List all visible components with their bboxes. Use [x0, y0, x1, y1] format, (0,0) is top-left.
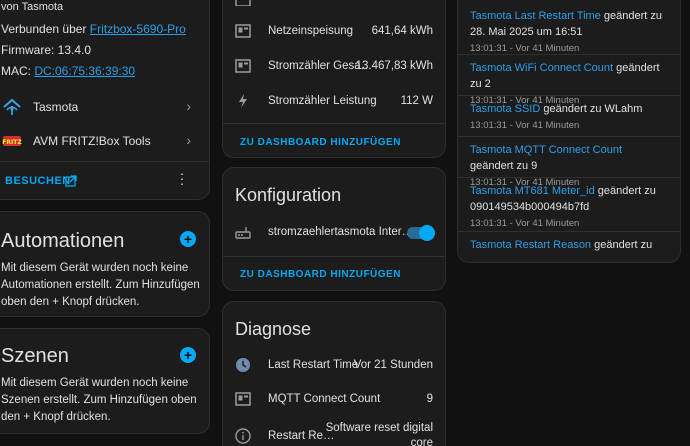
mac-link[interactable]: DC:06:75:36:39:30: [34, 64, 135, 78]
logbook-entry[interactable]: Tasmota Restart Reason geändert zu: [458, 232, 680, 262]
chevron-right-icon: ›: [186, 98, 191, 114]
logbook-entity-link[interactable]: Tasmota Restart Reason: [470, 239, 591, 251]
configuration-title: Konfiguration: [235, 185, 342, 205]
add-scene-button[interactable]: +: [180, 347, 196, 363]
logbook-message: geändert zu: [591, 239, 653, 251]
more-options-icon[interactable]: · · ·: [177, 166, 187, 190]
integration-fritzbox[interactable]: FRITZ AVM FRITZ!Box Tools ›: [0, 127, 211, 155]
integration-tasmota-label: Tasmota: [33, 100, 79, 114]
device-manufacturer: von Tasmota: [1, 1, 64, 13]
chevron-right-icon: ›: [186, 132, 191, 148]
divider: [223, 256, 445, 257]
scenes-card: Szenen + Mit diesem Gerät wurden noch ke…: [0, 328, 210, 434]
divider: [223, 123, 445, 124]
configuration-card: Konfiguration stromzaehlertasmota Inter……: [222, 167, 446, 291]
diagnostic-row-restart-reason[interactable]: Restart Re… Software reset digital core: [223, 419, 445, 446]
diagnostics-card: Diagnose Last Restart Time Vor 21 Stunde…: [222, 301, 446, 446]
add-automation-button[interactable]: +: [180, 231, 196, 247]
diagnostic-value: Software reset digital core: [326, 421, 433, 446]
logbook-message: geändert zu WLahm: [540, 103, 643, 115]
logbook-entry[interactable]: Tasmota Last Restart Time geändert zu 28…: [458, 3, 680, 55]
sensors-card: Netzeinspeisung 641,64 kWh Stromzähler G…: [222, 0, 446, 158]
info-icon: [235, 428, 251, 444]
logbook-entry[interactable]: Tasmota SSID geändert zu WLahm 13:01:31 …: [458, 96, 680, 137]
automations-title: Automationen: [1, 230, 125, 252]
svg-text:FRITZ: FRITZ: [2, 139, 22, 146]
diagnostic-value-line1: Software reset digital: [325, 422, 433, 434]
configuration-row-label: stromzaehlertasmota Inter…: [268, 226, 414, 238]
logbook-time: 13:01:31 - Vor 41 Minuten: [470, 218, 580, 229]
sensor-row-stromzaehler-gesamt[interactable]: Stromzähler Gesa… 13.467,83 kWh: [223, 52, 445, 82]
visit-button[interactable]: BESUCHEN: [1, 171, 91, 191]
automations-card: Automationen + Mit diesem Gerät wurden n…: [0, 211, 210, 317]
tasmota-icon: [2, 97, 22, 117]
connected-via-label: Verbunden über: [1, 22, 87, 36]
automations-empty-text: Mit diesem Gerät wurden noch keine Autom…: [1, 262, 200, 308]
sensor-value: 641,64 kWh: [371, 25, 433, 37]
device-info-card: von Tasmota Verbunden über Fritzbox-5690…: [0, 0, 210, 200]
router-icon: [235, 224, 251, 240]
meter-icon: [235, 58, 251, 74]
logbook-message: geändert zu 9: [470, 160, 538, 172]
sensor-row-stromzaehler-leistung[interactable]: Stromzähler Leistung 112 W: [223, 87, 445, 117]
scenes-title: Szenen: [1, 345, 69, 367]
integration-fritzbox-label: AVM FRITZ!Box Tools: [33, 134, 151, 148]
connected-via-link[interactable]: Fritzbox-5690-Pro: [90, 22, 186, 36]
logbook-entity-link[interactable]: Tasmota SSID: [470, 103, 540, 115]
logbook-time: 13:01:31 - Vor 41 Minuten: [470, 120, 580, 131]
sensor-value: 112 W: [400, 95, 433, 107]
clock-icon: [235, 357, 251, 373]
configuration-row[interactable]: stromzaehlertasmota Inter…: [223, 218, 445, 248]
configuration-toggle[interactable]: [407, 225, 435, 241]
visit-button-label: BESUCHEN: [5, 175, 71, 187]
logbook-entry[interactable]: Tasmota WiFi Connect Count geändert zu 2…: [458, 55, 680, 106]
firmware-version: Firmware: 13.4.0: [1, 43, 92, 57]
sensor-row-netzeinspeisung[interactable]: Netzeinspeisung 641,64 kWh: [223, 17, 445, 47]
configuration-add-to-dashboard-button[interactable]: ZU DASHBOARD HINZUFÜGEN: [240, 269, 401, 280]
lightning-icon: [235, 93, 251, 109]
scenes-empty-text: Mit diesem Gerät wurden noch keine Szene…: [1, 377, 197, 423]
diagnostic-row-last-restart[interactable]: Last Restart Time Vor 21 Stunden: [223, 351, 445, 381]
sensor-icon-top: [235, 0, 251, 7]
logbook-entity-link[interactable]: Tasmota MT681 Meter_id: [470, 185, 595, 197]
sensor-label: Netzeinspeisung: [268, 25, 354, 37]
sensor-value: 13.467,83 kWh: [355, 60, 433, 72]
divider: [0, 161, 209, 162]
mac-address: MAC: DC:06:75:36:39:30: [1, 64, 135, 78]
sensors-add-to-dashboard-button[interactable]: ZU DASHBOARD HINZUFÜGEN: [240, 137, 401, 148]
logbook-entity-link[interactable]: Tasmota Last Restart Time: [470, 10, 601, 22]
sensor-label: Stromzähler Leistung: [268, 95, 377, 107]
logbook-card: Tasmota Last Restart Time geändert zu 28…: [457, 0, 681, 263]
diagnostic-label: MQTT Connect Count: [268, 393, 381, 405]
fritzbox-icon: FRITZ: [2, 131, 22, 151]
diagnostic-row-mqtt-count[interactable]: MQTT Connect Count 9: [223, 385, 445, 415]
diagnostic-label: Restart Re…: [268, 430, 335, 442]
mac-label: MAC:: [1, 64, 31, 78]
logbook-entity-link[interactable]: Tasmota MQTT Connect Count: [470, 144, 622, 156]
integration-tasmota[interactable]: Tasmota ›: [0, 93, 211, 121]
connected-via: Verbunden über Fritzbox-5690-Pro: [1, 22, 186, 36]
logbook-entry[interactable]: Tasmota MQTT Connect Count geändert zu 9…: [458, 137, 680, 188]
diagnostic-label: Last Restart Time: [268, 359, 359, 371]
diagnostics-title: Diagnose: [235, 319, 312, 339]
logbook-time: 13:01:31 - Vor 41 Minuten: [470, 43, 580, 54]
logbook-entry[interactable]: Tasmota MT681 Meter_id geändert zu 09014…: [458, 178, 680, 232]
open-external-icon: [65, 174, 77, 187]
diagnostic-value: 9: [426, 393, 433, 405]
meter-icon: [235, 23, 251, 39]
logbook-entity-link[interactable]: Tasmota WiFi Connect Count: [470, 62, 613, 74]
diagnostic-value: Vor 21 Stunden: [353, 359, 433, 371]
diagnostic-value-line2: core: [410, 437, 433, 446]
meter-icon: [235, 391, 251, 407]
toggle-knob: [419, 225, 435, 241]
